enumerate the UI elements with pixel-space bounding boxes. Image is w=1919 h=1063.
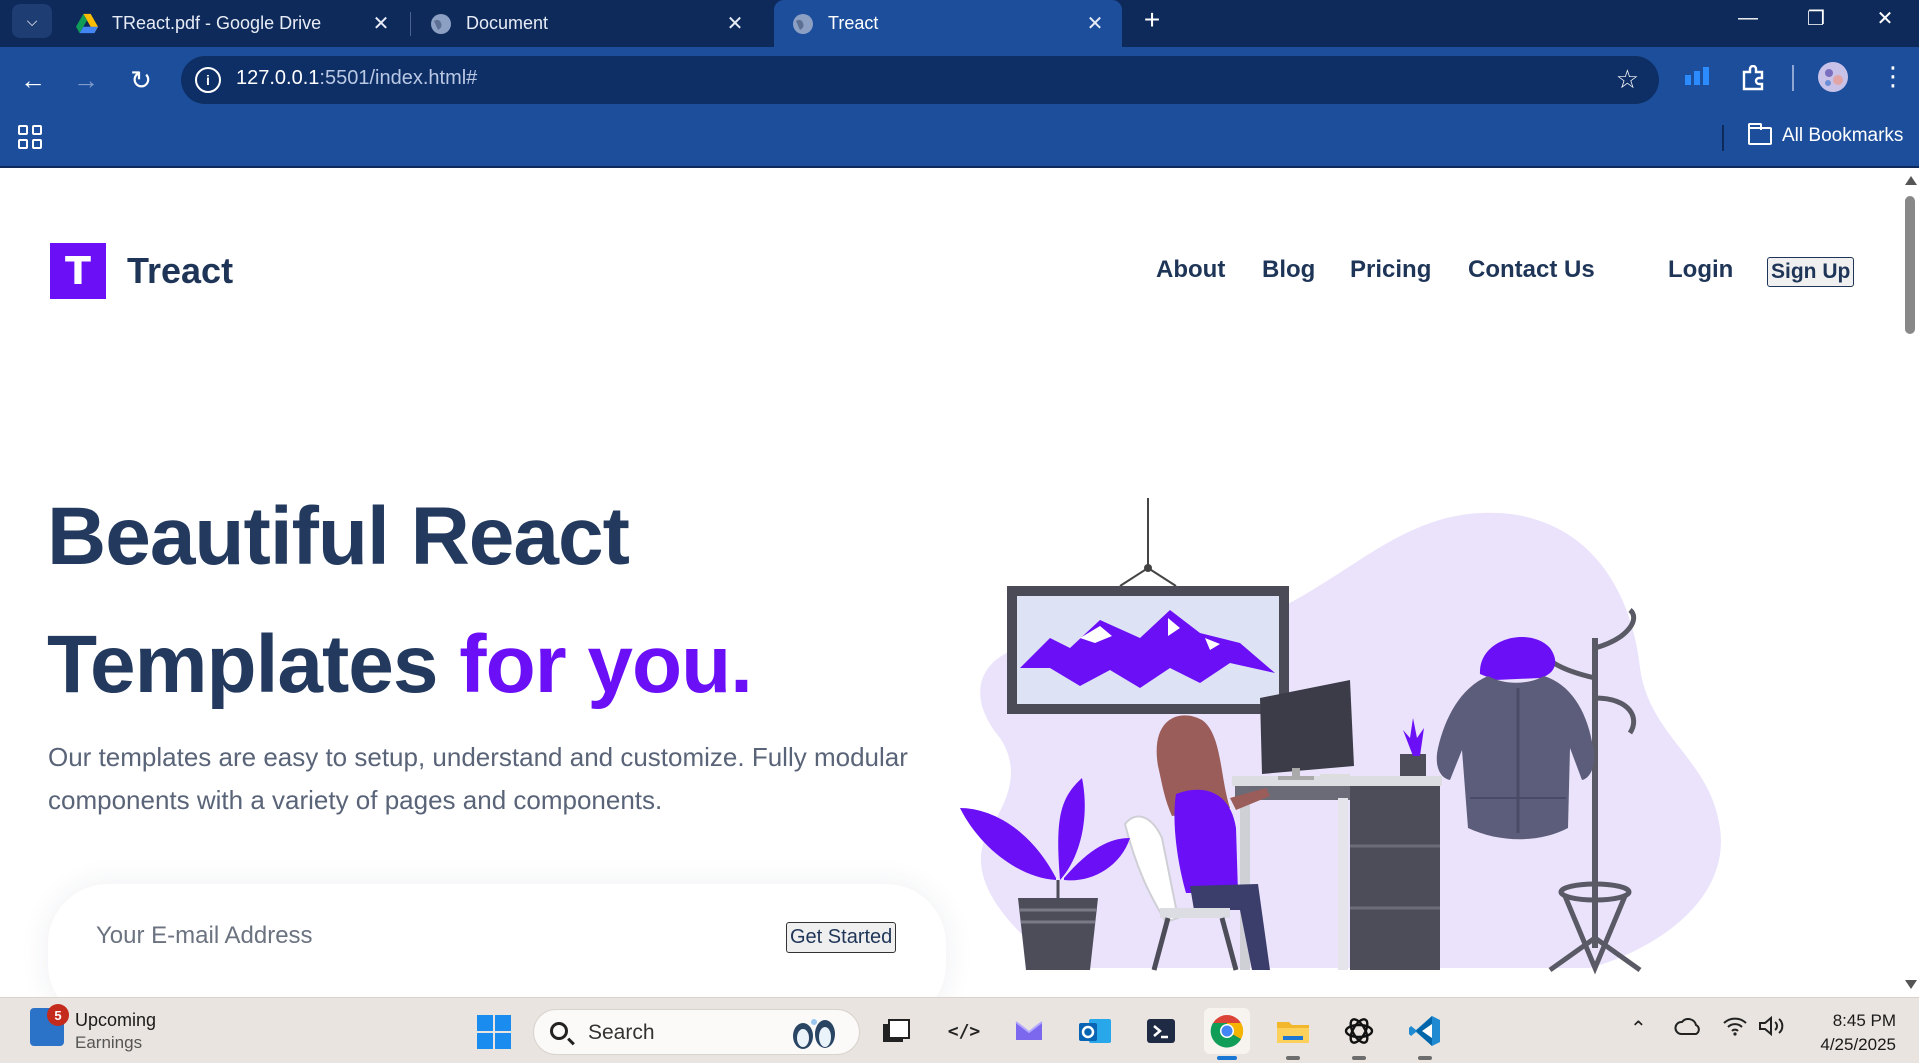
nav-contact-us[interactable]: Contact Us: [1468, 256, 1595, 284]
tab-title: Document: [466, 13, 549, 33]
metrics-extension-icon[interactable]: [1685, 65, 1711, 94]
tab-title: Treact: [828, 13, 879, 33]
chatgpt-icon[interactable]: [1336, 1008, 1382, 1060]
scroll-thumb[interactable]: [1905, 196, 1915, 334]
tab-treact-active[interactable]: Treact ✕: [774, 0, 1122, 47]
tab-google-drive[interactable]: TReact.pdf - Google Drive ✕: [58, 0, 408, 47]
clock-date: 4/25/2025: [1820, 1035, 1896, 1054]
show-hidden-icons-icon[interactable]: ⌃: [1630, 1016, 1647, 1041]
extensions-puzzle-icon[interactable]: [1740, 64, 1766, 98]
code-editor-icon[interactable]: </>: [941, 1008, 987, 1054]
scroll-up-arrow-icon[interactable]: [1905, 176, 1917, 185]
open-app-indicator: [1352, 1056, 1366, 1060]
outlook-icon[interactable]: [1072, 1008, 1118, 1054]
active-app-indicator: [1217, 1056, 1237, 1060]
toolbar-divider: [1792, 65, 1794, 91]
nav-blog[interactable]: Blog: [1262, 256, 1315, 284]
tab-search-button[interactable]: ⌵: [12, 4, 52, 38]
all-bookmarks-button[interactable]: All Bookmarks: [1748, 123, 1904, 147]
nav-about[interactable]: About: [1156, 256, 1225, 284]
tab-strip: ⌵ TReact.pdf - Google Drive ✕ Document ✕…: [0, 0, 1919, 47]
close-window-button[interactable]: ✕: [1855, 0, 1915, 36]
browser-menu-icon[interactable]: ⋮: [1880, 61, 1906, 92]
chrome-icon[interactable]: [1204, 1008, 1250, 1060]
site-logo[interactable]: T: [50, 243, 106, 299]
bookmarks-bar: All Bookmarks: [0, 113, 1919, 168]
email-input[interactable]: [96, 916, 656, 956]
hero-title-line2: Templates for you.: [47, 618, 753, 712]
nav-pricing[interactable]: Pricing: [1350, 256, 1431, 284]
reload-button[interactable]: ↻: [122, 61, 160, 99]
bookmarks-divider: [1722, 125, 1724, 151]
volume-icon[interactable]: [1758, 1015, 1786, 1042]
email-signup-card: Get Started: [48, 884, 946, 997]
clock-time: 8:45 PM: [1832, 1011, 1896, 1030]
hero-title-accent: for you.: [459, 619, 753, 710]
close-tab-icon[interactable]: ✕: [1082, 10, 1108, 36]
new-tab-button[interactable]: +: [1136, 4, 1168, 36]
chevron-down-icon: ⌵: [26, 12, 38, 29]
site-brand[interactable]: Treact: [127, 250, 233, 292]
browser-toolbar: ← → ↻ i 127.0.0.1:5501/index.html# ☆ ⋮: [0, 47, 1919, 113]
url-text[interactable]: 127.0.0.1:5501/index.html#: [236, 67, 477, 90]
hero-title-plain: Templates: [47, 619, 460, 710]
task-view-icon[interactable]: [873, 1008, 919, 1054]
system-clock[interactable]: 8:45 PM 4/25/2025: [1800, 1009, 1896, 1057]
open-app-indicator: [1286, 1056, 1300, 1060]
search-icon: [550, 1022, 568, 1040]
forward-button[interactable]: →: [67, 61, 105, 99]
back-button[interactable]: ←: [14, 61, 52, 99]
widget-badge: 5: [47, 1004, 69, 1026]
hero-subtitle: Our templates are easy to setup, underst…: [48, 742, 908, 815]
scroll-down-arrow-icon[interactable]: [1905, 980, 1917, 989]
onedrive-cloud-icon[interactable]: [1674, 1018, 1702, 1042]
hero-title-line1: Beautiful React: [47, 491, 630, 582]
restore-button[interactable]: ❐: [1786, 0, 1846, 36]
file-explorer-icon[interactable]: [1270, 1008, 1316, 1060]
signup-button[interactable]: Sign Up: [1767, 257, 1855, 287]
close-tab-icon[interactable]: ✕: [368, 10, 394, 36]
windows-start-icon[interactable]: [477, 1015, 511, 1049]
address-bar[interactable]: i 127.0.0.1:5501/index.html# ☆: [181, 56, 1659, 104]
all-bookmarks-label: All Bookmarks: [1782, 125, 1904, 146]
folder-icon: [1748, 123, 1772, 145]
open-app-indicator: [1418, 1056, 1432, 1060]
hero-illustration: [960, 498, 1721, 975]
close-tab-icon[interactable]: ✕: [722, 10, 748, 36]
site-info-icon[interactable]: i: [195, 67, 221, 93]
vscode-icon[interactable]: [1402, 1008, 1448, 1060]
bookmark-star-icon[interactable]: ☆: [1616, 64, 1639, 95]
wifi-icon[interactable]: [1722, 1016, 1748, 1042]
globe-icon: [793, 13, 813, 34]
minimize-button[interactable]: —: [1718, 0, 1778, 36]
get-started-button[interactable]: Get Started: [786, 922, 897, 953]
wall-painting: [1007, 498, 1289, 714]
widget-subtitle[interactable]: Earnings: [75, 1033, 142, 1053]
url-host: 127.0.0.1: [236, 67, 320, 89]
penguins-search-highlight-icon: [793, 1019, 835, 1049]
page-scrollbar[interactable]: [1901, 168, 1919, 997]
url-path: :5501/index.html#: [319, 67, 478, 89]
tab-separator: [410, 12, 411, 36]
taskbar-search-label: Search: [588, 1021, 655, 1044]
globe-icon: [431, 13, 451, 34]
terminal-icon[interactable]: [1138, 1008, 1184, 1054]
mail-app-icon[interactable]: [1006, 1008, 1052, 1054]
apps-grid-icon[interactable]: [18, 125, 42, 149]
taskbar: 5 Upcoming Earnings Search </> ⌃ 8:45 PM…: [0, 997, 1919, 1063]
profile-avatar[interactable]: [1817, 61, 1849, 100]
nav-login[interactable]: Login: [1668, 256, 1733, 284]
widget-title[interactable]: Upcoming: [75, 1010, 156, 1031]
page-viewport: T Treact About Blog Pricing Contact Us L…: [0, 168, 1919, 997]
taskbar-search[interactable]: Search: [533, 1009, 860, 1055]
tab-title: TReact.pdf - Google Drive: [112, 13, 322, 33]
tab-document[interactable]: Document ✕: [412, 0, 762, 47]
google-drive-icon: [76, 13, 98, 33]
